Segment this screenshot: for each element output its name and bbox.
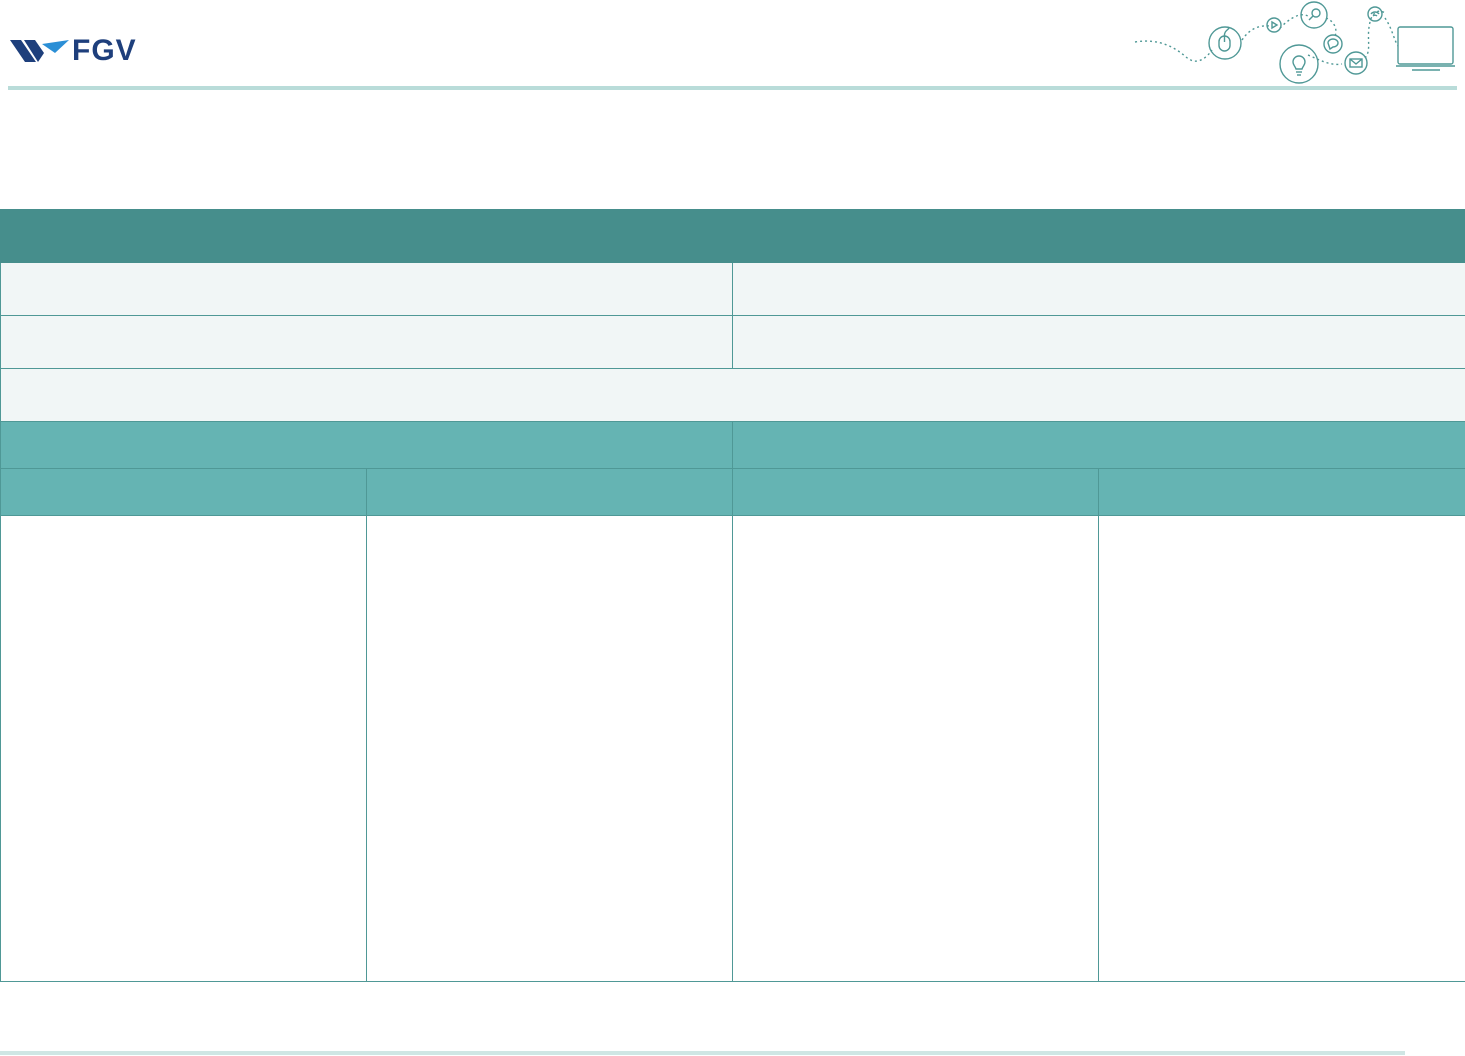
subheader-row xyxy=(0,468,1465,516)
fgv-logo-text: FGV xyxy=(72,34,137,67)
table-title xyxy=(0,209,1465,263)
section-header-left xyxy=(0,421,733,469)
mouse-icon xyxy=(1208,26,1242,60)
table-title-row xyxy=(0,209,1465,263)
chat-icon xyxy=(1323,34,1343,54)
info-cell-left[interactable] xyxy=(0,262,733,316)
info-cell-full[interactable] xyxy=(0,368,1465,422)
monitor-icon xyxy=(1396,26,1455,71)
column-header xyxy=(1098,468,1465,516)
section-header-row xyxy=(0,421,1465,469)
form-table xyxy=(0,209,1465,982)
content-row xyxy=(0,515,1465,982)
info-cell-right[interactable] xyxy=(732,315,1465,369)
header-divider xyxy=(8,86,1457,90)
play-icon xyxy=(1266,17,1282,33)
lightbulb-icon xyxy=(1279,44,1319,84)
column-header xyxy=(0,468,367,516)
info-row xyxy=(0,315,1465,369)
info-cell-right[interactable] xyxy=(732,262,1465,316)
footer-divider xyxy=(0,1051,1405,1055)
mail-icon xyxy=(1344,51,1368,75)
column-header xyxy=(732,468,1099,516)
content-cell[interactable] xyxy=(1098,515,1465,982)
wifi-icon xyxy=(1367,6,1383,22)
fgv-logo: FGV xyxy=(10,36,137,66)
content-cell[interactable] xyxy=(0,515,367,982)
info-full-row xyxy=(0,368,1465,422)
info-cell-left[interactable] xyxy=(0,315,733,369)
page-header: FGV xyxy=(0,0,1465,92)
header-decoration xyxy=(1134,1,1455,84)
column-header xyxy=(366,468,733,516)
search-icon xyxy=(1300,1,1328,29)
content-cell[interactable] xyxy=(366,515,733,982)
section-header-right xyxy=(732,421,1465,469)
info-row xyxy=(0,262,1465,316)
content-cell[interactable] xyxy=(732,515,1099,982)
fgv-logo-mark-icon xyxy=(10,40,69,62)
